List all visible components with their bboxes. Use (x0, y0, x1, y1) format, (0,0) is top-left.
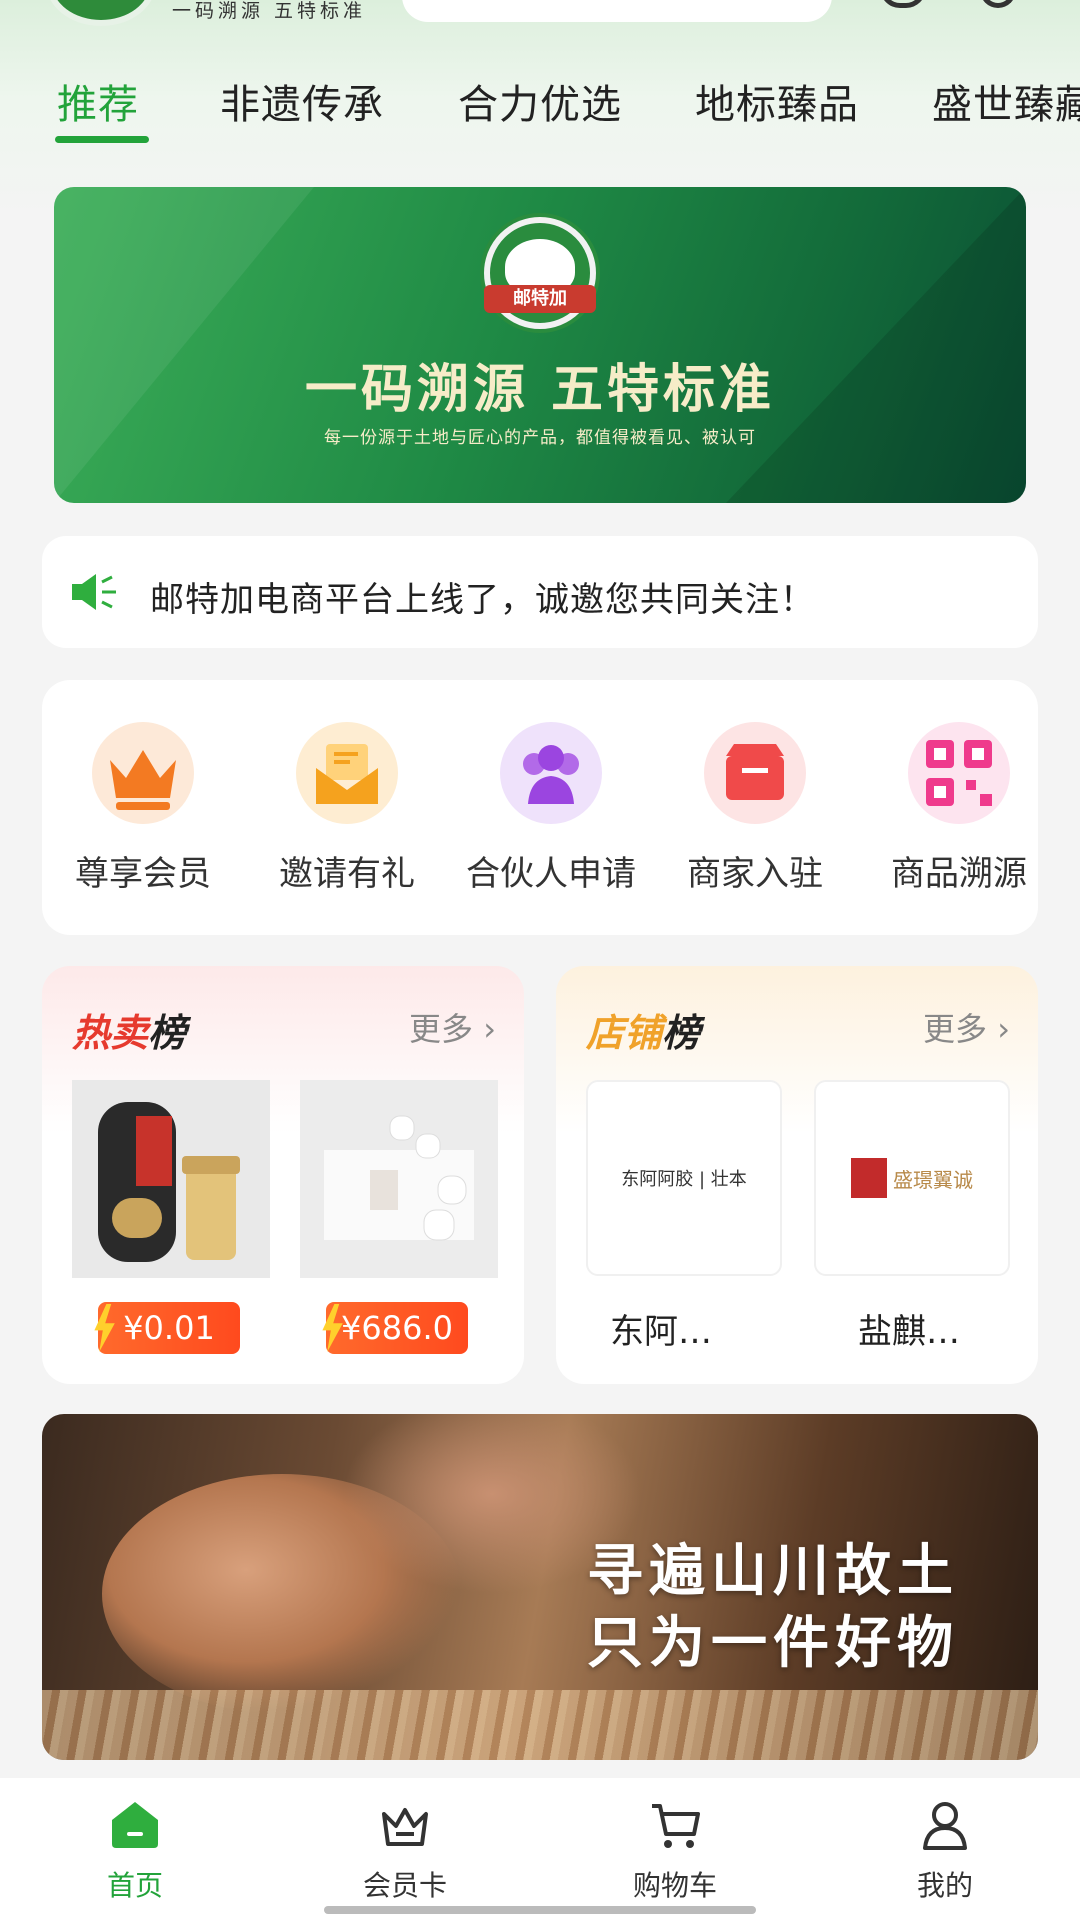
shop-logo-mark: 盛璟翼诚 (851, 1158, 973, 1198)
tab-heritage[interactable]: 非遗传承 (220, 72, 384, 130)
entry-label: 商品溯源 (891, 854, 1027, 894)
profile-icon (918, 1800, 972, 1850)
bottom-navigation: 首页 会员卡 购物车 我的 (0, 1778, 1080, 1920)
notice-bar[interactable]: 邮特加电商平台上线了，诚邀您共同关注！ (42, 536, 1038, 648)
product-image[interactable] (72, 1080, 270, 1278)
hero-decoration (726, 187, 1026, 503)
shop-logo-image[interactable]: 东阿阿胶 | 壮本 (586, 1080, 782, 1276)
nav-label: 会员卡 (362, 1869, 447, 1902)
crown-icon (92, 722, 194, 824)
shop-rank-card[interactable]: 店铺榜 更多 › 东阿阿胶 | 壮本 盛璟翼诚 东阿… 盐麒… (556, 966, 1038, 1384)
entry-label: 尊享会员 (75, 854, 211, 894)
hot-rank-card[interactable]: 热卖榜 更多 › ¥0.01 ¥686.0 (42, 966, 524, 1384)
qrcode-icon (908, 722, 1010, 824)
product-price: ¥0.01 (123, 1309, 215, 1347)
quick-entries: 尊享会员 邀请有礼 合伙人申请 商家入驻 商品溯源 (42, 680, 1038, 935)
seal-icon (851, 1158, 887, 1198)
hot-rank-title-b: 榜 (148, 1011, 187, 1055)
entry-invite[interactable]: 邀请有礼 (262, 722, 432, 895)
brand-logo-text: 邮特加 (484, 285, 596, 313)
shop-logo-text: 东阿阿胶 | 壮本 (621, 1169, 747, 1190)
hero-banner[interactable]: 邮特加 一码溯源 五特标准 每一份源于土地与匠心的产品，都值得被看见、被认可 (54, 187, 1026, 503)
entry-merchant-join[interactable]: 商家入驻 (670, 722, 840, 895)
craft-banner[interactable]: 寻遍山川故土 只为一件好物 (42, 1414, 1038, 1760)
tab-geo-products[interactable]: 地标臻品 (695, 72, 859, 130)
notice-text: 邮特加电商平台上线了，诚邀您共同关注！ (150, 580, 815, 620)
store-icon (704, 722, 806, 824)
cart-icon (648, 1800, 702, 1850)
shop-name: 盐麒… (858, 1312, 960, 1352)
entry-label: 邀请有礼 (279, 854, 415, 894)
entry-label: 商家入驻 (687, 854, 823, 894)
envelope-icon (296, 722, 398, 824)
search-input[interactable] (402, 0, 832, 22)
product-price: ¥686.0 (341, 1309, 453, 1347)
nav-home[interactable]: 首页 (45, 1800, 225, 1904)
hero-title: 一码溯源 五特标准 (304, 360, 776, 420)
active-tab-indicator (55, 136, 149, 143)
brand-logo-icon: 邮特加 (484, 217, 596, 329)
nav-label: 我的 (916, 1869, 973, 1902)
home-icon (108, 1800, 162, 1850)
nav-label: 首页 (106, 1869, 163, 1902)
craft-banner-line1: 寻遍山川故土 (587, 1539, 959, 1604)
tab-collection[interactable]: 盛世臻藏 (932, 72, 1080, 130)
tab-recommend[interactable]: 推荐 (57, 72, 139, 130)
message-icon[interactable] (980, 0, 1016, 8)
banner-image-shavings (42, 1690, 1038, 1760)
hot-rank-more-link[interactable]: 更多 › (409, 1004, 496, 1050)
nav-cart[interactable]: 购物车 (585, 1800, 765, 1904)
product-price-tag: ¥0.01 (94, 1302, 240, 1354)
shop-logo-text: 盛璟翼诚 (893, 1167, 973, 1192)
entry-label: 合伙人申请 (466, 854, 636, 894)
hot-rank-title-a: 热卖 (72, 1011, 149, 1055)
shop-logo-image[interactable]: 盛璟翼诚 (814, 1080, 1010, 1276)
craft-banner-line2: 只为一件好物 (587, 1611, 959, 1676)
logo-slogan: 一码溯源 五特标准 (172, 0, 367, 22)
speaker-icon (72, 574, 116, 610)
nav-profile[interactable]: 我的 (855, 1800, 1035, 1904)
partners-icon (500, 722, 602, 824)
entry-product-trace[interactable]: 商品溯源 (874, 722, 1038, 895)
shop-rank-title: 店铺榜 (586, 1002, 700, 1057)
entry-partner-apply[interactable]: 合伙人申请 (466, 722, 636, 895)
tab-selected[interactable]: 合力优选 (458, 72, 622, 130)
member-card-icon (378, 1800, 432, 1850)
nav-label: 购物车 (632, 1869, 717, 1902)
hero-decoration (54, 187, 314, 503)
product-image[interactable] (300, 1080, 498, 1278)
hot-rank-title: 热卖榜 (72, 1002, 186, 1057)
product-price-tag: ¥686.0 (322, 1302, 468, 1354)
shop-rank-title-a: 店铺 (586, 1011, 663, 1055)
app-logo[interactable] (46, 0, 156, 26)
lightning-icon (94, 1304, 115, 1352)
home-indicator[interactable] (324, 1906, 756, 1914)
service-icon[interactable] (880, 0, 926, 8)
entry-vip-member[interactable]: 尊享会员 (58, 722, 228, 895)
shop-name: 东阿… (610, 1312, 712, 1352)
app-header: 一码溯源 五特标准 (0, 0, 1080, 40)
shop-rank-more-link[interactable]: 更多 › (923, 1004, 1010, 1050)
shop-rank-title-b: 榜 (662, 1011, 701, 1055)
nav-member-card[interactable]: 会员卡 (315, 1800, 495, 1904)
category-tabs: 推荐 非遗传承 合力优选 地标臻品 盛世臻藏 (0, 64, 1080, 144)
hero-subtitle: 每一份源于土地与匠心的产品，都值得被看见、被认可 (324, 428, 756, 448)
